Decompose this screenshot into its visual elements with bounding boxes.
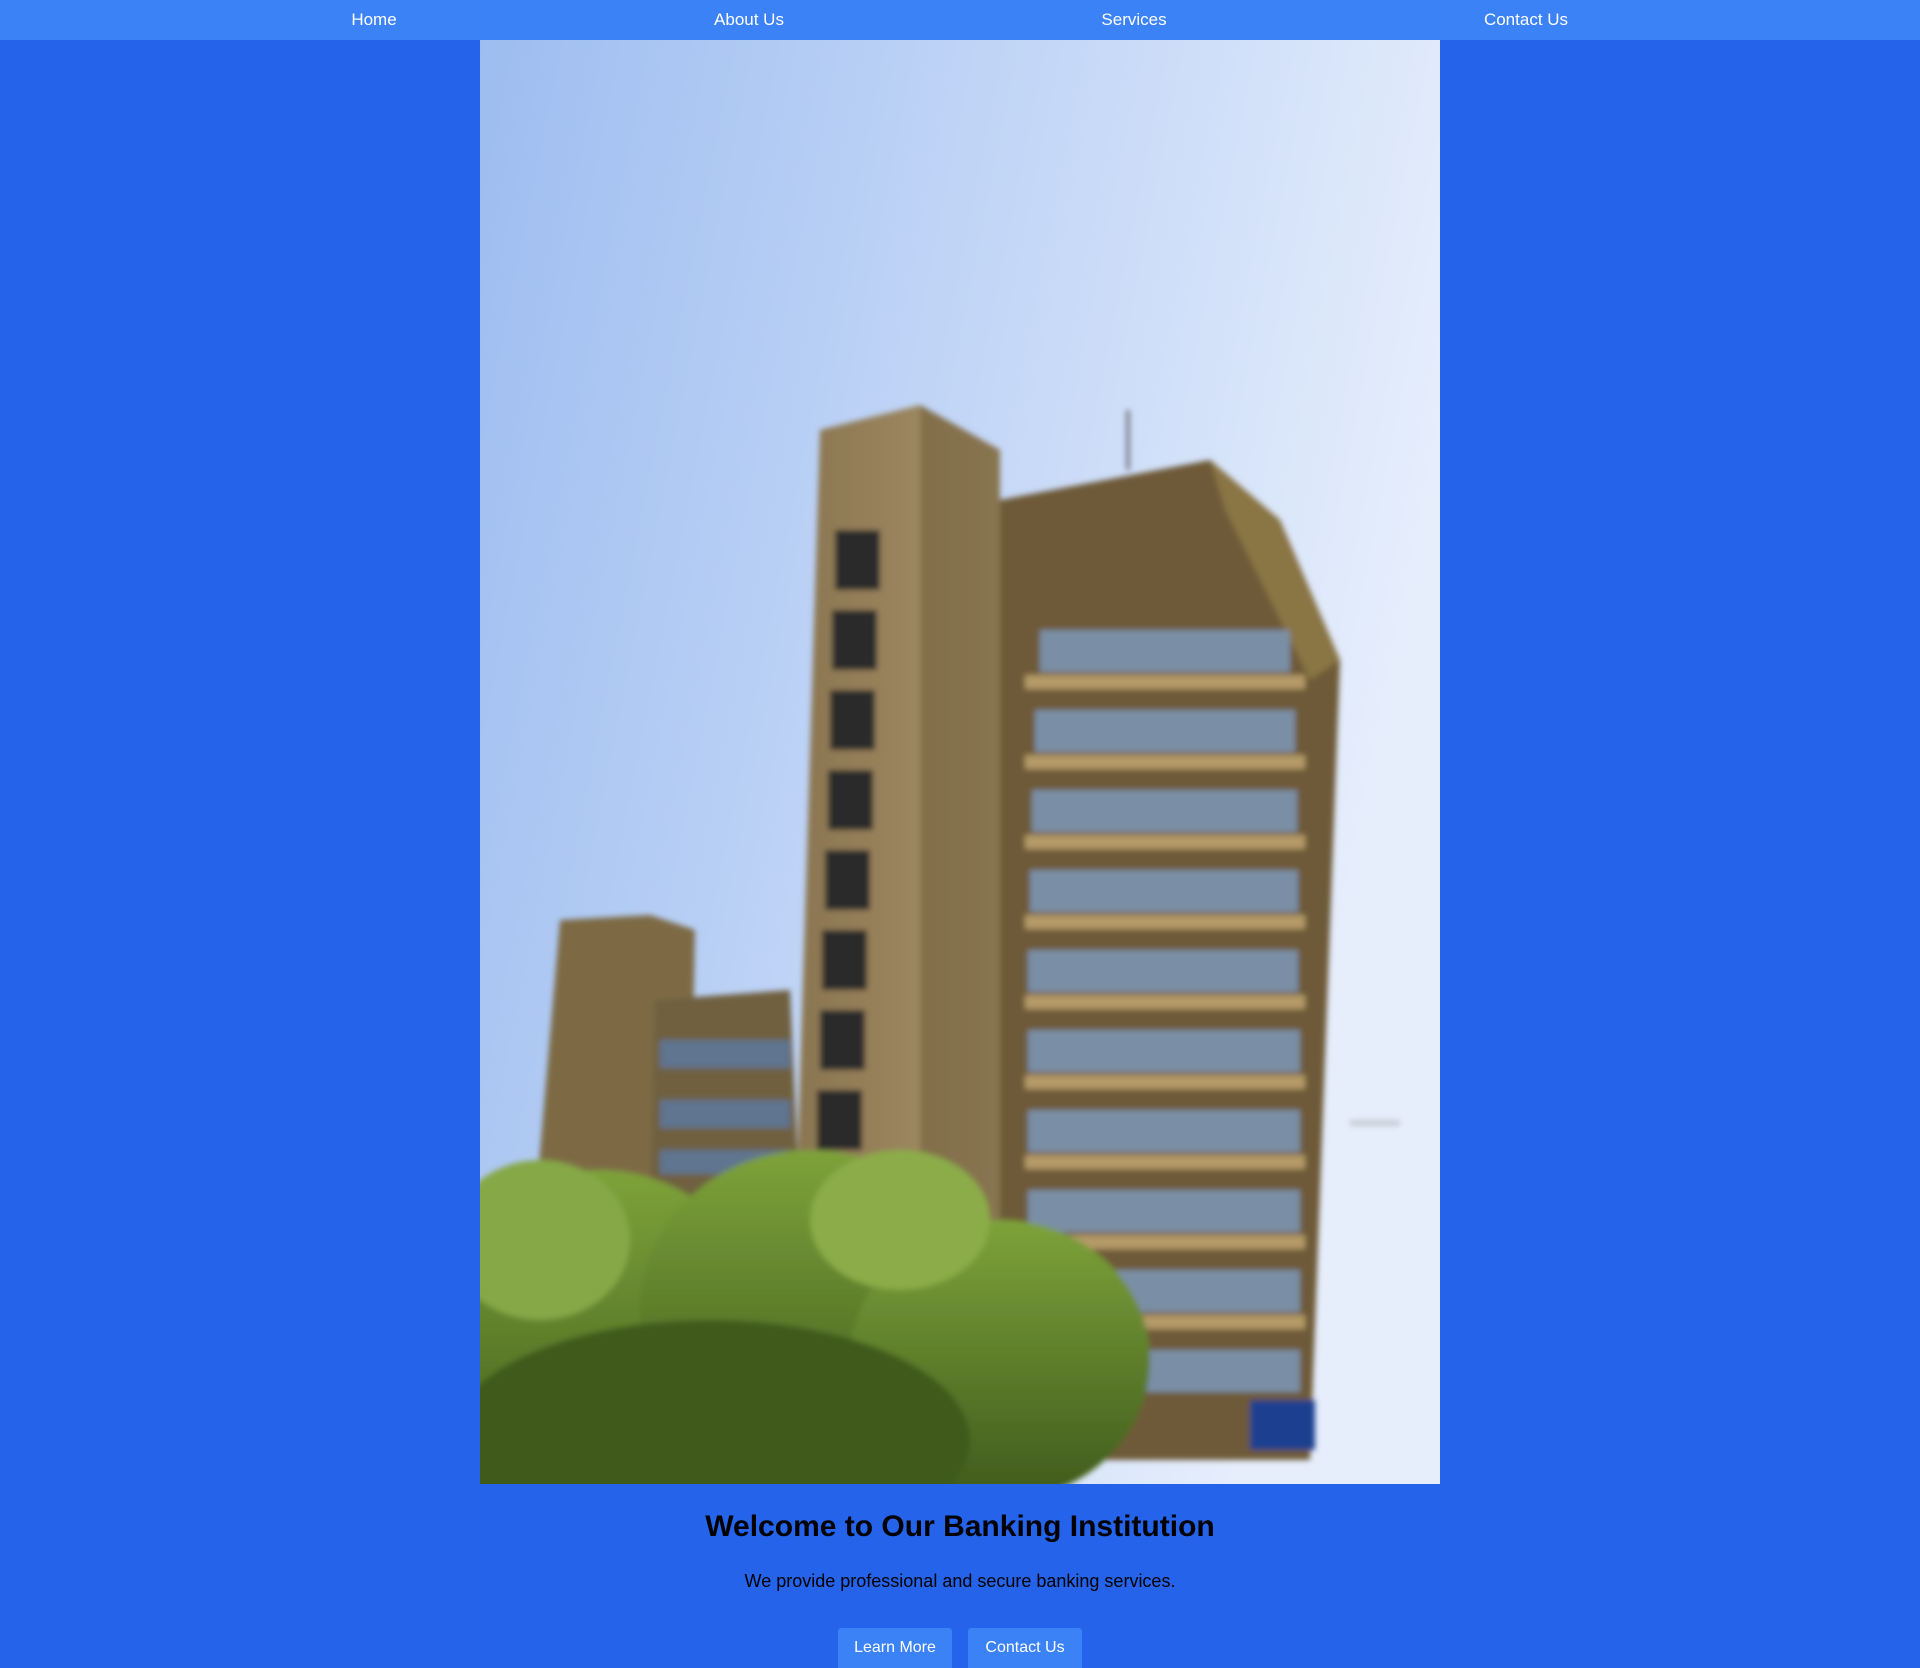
building-photo-illustration	[480, 40, 1440, 1484]
learn-more-button[interactable]: Learn More	[838, 1628, 952, 1668]
hero-building-image	[480, 40, 1440, 1484]
hero-subtitle: We provide professional and secure banki…	[744, 1571, 1176, 1591]
nav-link-services[interactable]: Services	[1101, 0, 1166, 40]
nav-link-contact-us[interactable]: Contact Us	[1484, 0, 1568, 40]
nav-link-about-us[interactable]: About Us	[714, 0, 784, 40]
page-title: Welcome to Our Banking Institution	[705, 1510, 1215, 1543]
top-navigation-bar: Home About Us Services Contact Us	[0, 0, 1920, 40]
nav-link-home[interactable]: Home	[351, 0, 396, 40]
contact-us-button[interactable]: Contact Us	[968, 1628, 1082, 1668]
